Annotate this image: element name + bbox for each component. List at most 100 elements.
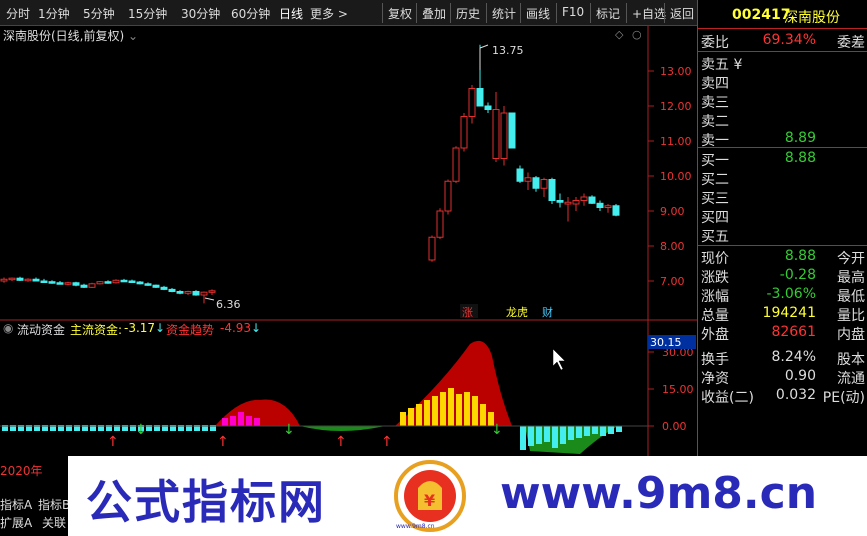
back-button[interactable]: 返回 xyxy=(664,3,699,23)
draw-button[interactable]: 画线 xyxy=(520,3,555,23)
fund-bar xyxy=(456,394,462,426)
sell-row[interactable]: 卖五 ¥ xyxy=(698,53,867,73)
sell-row-label: 卖二 xyxy=(701,114,729,130)
fund-bar xyxy=(520,426,526,450)
period-toolbar: 分时 1分钟 5分钟 15分钟 30分钟 60分钟 日线 更多 > 复权 叠加 … xyxy=(0,0,697,26)
period-more[interactable]: 更多 > xyxy=(310,5,348,22)
period-fenshi[interactable]: 分时 xyxy=(6,5,30,22)
f10-button[interactable]: F10 xyxy=(556,3,589,23)
settings-icon[interactable]: ○ xyxy=(632,28,642,41)
stat-row-value: 8.24% xyxy=(771,349,816,365)
cursor-value: 30.15 xyxy=(650,336,682,349)
indicator-settings-icon[interactable]: ◉ xyxy=(3,321,13,335)
stat-row[interactable]: 涨跌 -0.28 最高 xyxy=(698,266,867,286)
badge-zhang[interactable]: 涨 xyxy=(462,306,473,319)
overlay-button[interactable]: 叠加 xyxy=(416,3,451,23)
stat-row[interactable]: 收益(二) 0.032 PE(动) xyxy=(698,386,867,406)
fund-bar xyxy=(464,392,470,426)
candle-body xyxy=(564,201,572,205)
candle-body xyxy=(40,280,48,283)
indicator-name[interactable]: 流动资金 xyxy=(17,321,65,338)
sell-row[interactable]: 卖四 xyxy=(698,72,867,92)
fund-bar xyxy=(230,416,236,426)
chart-title: 深南股份(日线,前复权) ⌄ xyxy=(3,27,138,44)
buy-row-label: 买五 xyxy=(701,229,729,245)
buy-row[interactable]: 买五 xyxy=(698,225,867,245)
buy-row-value: 8.88 xyxy=(784,150,816,166)
sell-row-label: 卖三 xyxy=(701,95,729,111)
candle-body xyxy=(128,280,136,283)
buy-row[interactable]: 买四 xyxy=(698,206,867,226)
stock-code: 002417 xyxy=(732,7,791,23)
period-15min[interactable]: 15分钟 xyxy=(128,5,167,22)
kline-chart[interactable]: 13.00 12.00 11.00 10.00 9.00 8.00 7.00 ↑ ↑ ↑ ↑ ↓ ↓ ↓… xyxy=(0,26,697,460)
history-button[interactable]: 历史 xyxy=(450,3,485,23)
indicator-tick-label: 0.00 xyxy=(662,420,687,433)
buy-row-label: 买四 xyxy=(701,210,729,226)
stats-button[interactable]: 统计 xyxy=(486,3,521,23)
period-1min[interactable]: 1分钟 xyxy=(38,5,70,22)
tab-related[interactable]: 关联 xyxy=(42,514,66,531)
stat-row-label2: 最高 xyxy=(837,270,865,286)
chart-title-dropdown-icon[interactable]: ⌄ xyxy=(128,29,138,43)
sell-row[interactable]: 卖二 xyxy=(698,110,867,130)
candle-body xyxy=(104,281,112,284)
mark-button[interactable]: 标记 xyxy=(590,3,625,23)
down-arrow-icon: ↓ xyxy=(491,422,503,438)
tab-extend-a[interactable]: 扩展A xyxy=(0,514,32,531)
stat-row-label: 换手 xyxy=(701,352,729,368)
sell-row[interactable]: 卖三 xyxy=(698,91,867,111)
buy-row[interactable]: 买一 8.88 xyxy=(698,149,867,169)
period-5min[interactable]: 5分钟 xyxy=(83,5,115,22)
weibi-value: 69.34% xyxy=(762,32,816,48)
badge-cai[interactable]: 财 xyxy=(542,305,553,319)
tab-indicator-a[interactable]: 指标A xyxy=(0,496,32,513)
period-60min[interactable]: 60分钟 xyxy=(231,5,270,22)
candle-body xyxy=(176,291,184,294)
stat-row[interactable]: 换手 8.24% 股本 xyxy=(698,348,867,368)
main-fund-arrow-icon: ↓ xyxy=(155,321,166,335)
candle-body xyxy=(144,283,152,286)
badge-longhu[interactable]: 龙虎 xyxy=(506,306,528,319)
stat-row[interactable]: 涨幅 -3.06% 最低 xyxy=(698,285,867,305)
up-arrow-icon: ↑ xyxy=(381,434,393,450)
diamond-icon[interactable]: ◇ xyxy=(615,28,624,41)
stat-row[interactable]: 现价 8.88 今开 xyxy=(698,247,867,267)
indicator-area: ↑ ↑ ↑ ↑ ↓ ↓ ↓ xyxy=(0,340,648,454)
candle-body xyxy=(580,196,588,201)
stat-row[interactable]: 总量 194241 量比 xyxy=(698,304,867,324)
sell-row[interactable]: 卖一 8.89 xyxy=(698,129,867,149)
fund-bar xyxy=(472,396,478,426)
stat-row[interactable]: 净资 0.90 流通 xyxy=(698,367,867,387)
quote-header: 002417 深南股份 xyxy=(698,6,867,26)
stat-row-value: -3.06% xyxy=(766,286,816,302)
chart-title-text: 深南股份(日线,前复权) xyxy=(3,29,125,43)
weibi-row: 委比 69.34% 委差 xyxy=(698,31,867,51)
divider xyxy=(698,147,867,148)
buy-row[interactable]: 买三 xyxy=(698,187,867,207)
fund-bar xyxy=(448,388,454,426)
candle-body xyxy=(516,168,524,182)
candle-body xyxy=(200,291,208,296)
tab-indicator-b[interactable]: 指标B xyxy=(38,496,70,513)
candle-body xyxy=(596,202,604,209)
indicator-header: ◉ 流动资金 主流资金: -3.17 ↓ 资金趋势 -4.93 ↓ xyxy=(0,320,648,338)
high-price-label: 13.75 xyxy=(492,44,524,57)
fund-bar xyxy=(424,400,430,426)
candle-body xyxy=(524,177,532,182)
candle-body xyxy=(476,88,484,107)
watermark-right-text: www.9m8.cn xyxy=(500,468,818,519)
fund-bar xyxy=(480,404,486,426)
stat-row-value: 82661 xyxy=(771,324,816,340)
period-30min[interactable]: 30分钟 xyxy=(181,5,220,22)
candle-body xyxy=(548,179,556,201)
buy-row[interactable]: 买二 xyxy=(698,168,867,188)
fund-bar xyxy=(432,396,438,426)
stat-row-label2: 今开 xyxy=(837,251,865,267)
fund-bar xyxy=(544,426,550,442)
stat-row[interactable]: 外盘 82661 内盘 xyxy=(698,323,867,343)
candle-body xyxy=(604,205,612,208)
fuquan-button[interactable]: 复权 xyxy=(382,3,417,23)
candle-body xyxy=(168,288,176,292)
period-daily[interactable]: 日线 xyxy=(279,5,303,22)
